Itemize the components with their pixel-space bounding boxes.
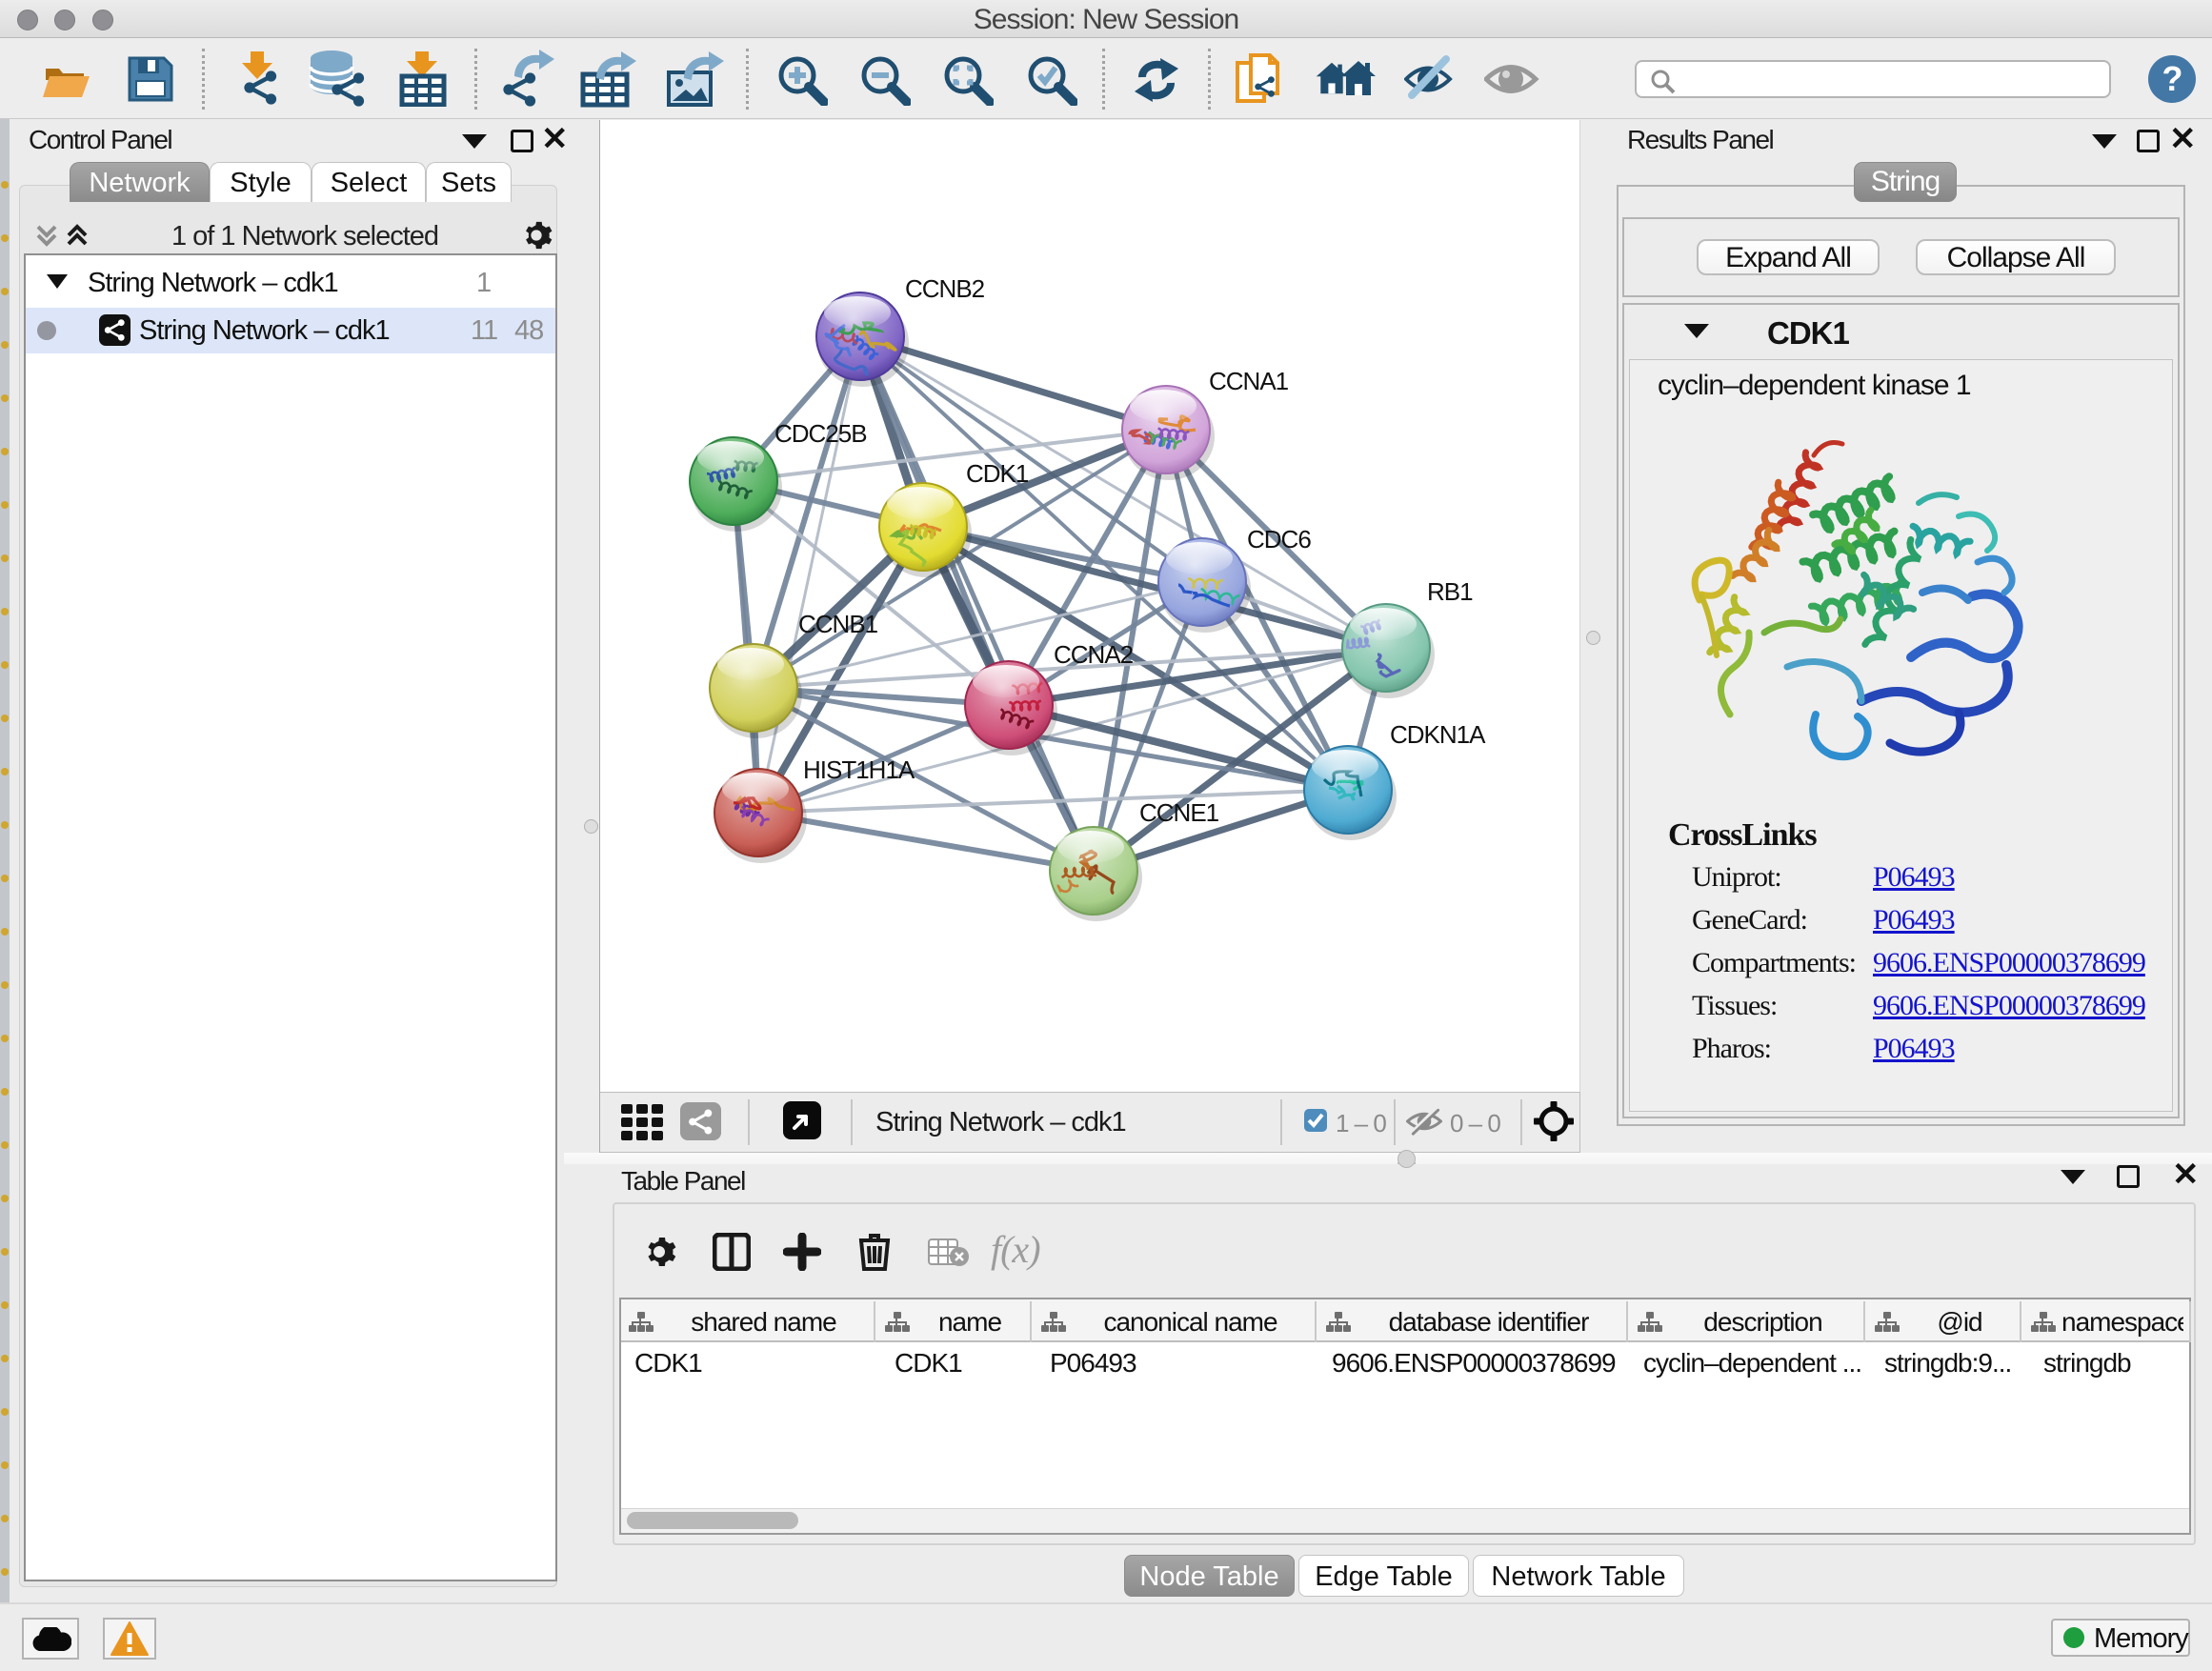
- svg-text:HIST1H1A: HIST1H1A: [803, 755, 915, 784]
- svg-text:CDKN1A: CDKN1A: [1390, 720, 1486, 749]
- svg-text:CCNB1: CCNB1: [798, 610, 878, 638]
- svg-text:RB1: RB1: [1427, 577, 1473, 606]
- svg-text:CCNE1: CCNE1: [1139, 798, 1219, 827]
- svg-text:CCNA2: CCNA2: [1054, 640, 1134, 669]
- svg-text:CDC25B: CDC25B: [774, 419, 867, 448]
- svg-text:CCNB2: CCNB2: [905, 274, 985, 303]
- svg-text:?: ?: [2162, 59, 2182, 98]
- svg-text:CDC6: CDC6: [1247, 525, 1311, 554]
- svg-text:CDK1: CDK1: [966, 459, 1029, 488]
- svg-text:CCNA1: CCNA1: [1209, 367, 1289, 395]
